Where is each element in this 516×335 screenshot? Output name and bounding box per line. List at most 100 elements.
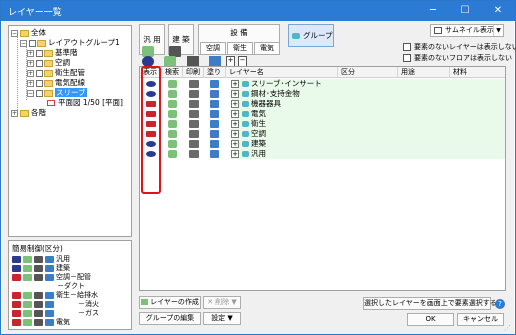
help-icon[interactable]: ? <box>495 299 505 309</box>
hidden-icon[interactable] <box>12 291 21 299</box>
print-icon[interactable] <box>189 90 199 98</box>
table-row[interactable]: + 建築 <box>140 139 505 149</box>
simple-row[interactable]: －ガス <box>12 309 99 318</box>
layer-checkbox[interactable] <box>29 39 36 47</box>
checkbox-box[interactable] <box>403 54 411 62</box>
checkbox-box[interactable] <box>403 43 411 51</box>
close-button[interactable]: ✕ <box>483 1 513 21</box>
fill-icon[interactable] <box>45 273 54 281</box>
expand-icon[interactable]: + <box>27 59 34 67</box>
resize-grip-icon[interactable]: ⋰ <box>504 324 512 332</box>
expand-icon[interactable]: + <box>231 120 239 128</box>
fill-icon[interactable] <box>210 150 219 158</box>
print-icon[interactable] <box>34 273 43 281</box>
fill-icon[interactable] <box>45 291 54 299</box>
table-row[interactable]: + 空調 <box>140 129 505 139</box>
tree-node-electric[interactable]: + 電気配線 <box>27 78 85 88</box>
print-icon[interactable] <box>34 291 43 299</box>
hidden-icon[interactable] <box>12 309 21 317</box>
ok-button[interactable]: OK <box>407 313 454 326</box>
minimize-button[interactable]: ─ <box>418 1 448 21</box>
hidden-icon[interactable] <box>12 318 21 326</box>
fill-icon[interactable] <box>45 300 54 308</box>
print-icon[interactable] <box>34 255 43 263</box>
simple-row[interactable]: 空調－配管 <box>12 273 91 282</box>
collapse-icon[interactable]: − <box>20 39 27 47</box>
search-icon[interactable] <box>23 300 32 308</box>
thumbnail-select[interactable]: サムネイル表示 ▼ <box>430 24 504 37</box>
table-row[interactable]: + 機器器具 <box>140 99 505 109</box>
print-icon[interactable] <box>34 318 43 326</box>
chevron-down-icon[interactable]: ▼ <box>231 298 236 306</box>
expand-icon[interactable]: + <box>11 109 18 117</box>
print-icon[interactable] <box>34 264 43 272</box>
visible-icon[interactable] <box>12 255 21 263</box>
hidden-icon[interactable] <box>12 300 21 308</box>
layer-tree[interactable]: − 全体 − レイアウトグループ1 + 基準階 + 空調 + 衛生配管 + 電気配線 − スリ… <box>8 25 132 237</box>
delete-button[interactable]: ✕ 削除 ▼ <box>203 296 241 309</box>
search-icon[interactable] <box>23 309 32 317</box>
simple-row[interactable]: 電気 <box>12 318 70 327</box>
simple-row[interactable]: 衛生－給排水 <box>12 291 98 300</box>
search-icon[interactable] <box>168 110 177 118</box>
print-icon[interactable] <box>189 130 199 138</box>
tree-node-sleeve[interactable]: − スリーブ <box>27 88 87 98</box>
category-hvac-button[interactable]: 空調 <box>200 42 226 55</box>
col-search[interactable]: 検索 <box>162 67 183 78</box>
fill-icon[interactable] <box>210 90 219 98</box>
simple-row[interactable]: 建築 <box>12 264 70 273</box>
col-print[interactable]: 印刷 <box>183 67 204 78</box>
fill-icon[interactable] <box>210 80 219 88</box>
table-row[interactable]: + 電気 <box>140 109 505 119</box>
category-sanitary-button[interactable]: 衛生 <box>227 42 253 55</box>
fill-icon[interactable] <box>210 100 219 108</box>
settings-button[interactable]: 設定 ▼ <box>203 312 241 325</box>
hidden-icon[interactable] <box>12 273 21 281</box>
tree-node-plan[interactable]: 平面図 1/50 [平面] <box>47 98 123 108</box>
search-icon[interactable] <box>168 140 177 148</box>
layer-checkbox[interactable] <box>36 69 43 77</box>
expand-icon[interactable]: + <box>231 130 239 138</box>
simple-row[interactable]: 汎用 <box>12 255 70 264</box>
table-row[interactable]: + 衛生 <box>140 119 505 129</box>
simple-row[interactable]: －消火 <box>12 300 99 309</box>
tree-node-hvac[interactable]: + 空調 <box>27 58 70 68</box>
tree-node-group[interactable]: − レイアウトグループ1 <box>20 38 120 48</box>
print-icon[interactable] <box>189 140 199 148</box>
table-row[interactable]: + スリーブ･インサート <box>140 79 505 89</box>
simple-row[interactable]: －ダクト <box>57 282 85 291</box>
search-icon[interactable] <box>23 273 32 281</box>
tree-node-floor[interactable]: + 基準階 <box>27 48 78 58</box>
print-icon[interactable] <box>34 300 43 308</box>
search-icon[interactable] <box>23 291 32 299</box>
col-fill[interactable]: 塗り <box>204 67 226 78</box>
layer-checkbox[interactable] <box>36 79 43 87</box>
expand-icon[interactable]: + <box>231 100 239 108</box>
select-on-screen-button[interactable]: 選択したレイヤーを画面上で要素選択する <box>363 297 497 310</box>
search-icon[interactable] <box>168 130 177 138</box>
print-icon[interactable] <box>189 100 199 108</box>
col-usage[interactable]: 用途 <box>398 67 450 78</box>
expand-icon[interactable]: + <box>231 150 239 158</box>
expand-icon[interactable]: + <box>27 49 34 57</box>
expand-icon[interactable]: + <box>231 110 239 118</box>
search-icon[interactable] <box>168 80 177 88</box>
tree-node-root[interactable]: − 全体 <box>11 28 46 38</box>
col-category[interactable]: 区分 <box>338 67 398 78</box>
search-icon[interactable] <box>23 318 32 326</box>
tree-node-floors[interactable]: + 各階 <box>11 108 46 118</box>
fill-icon[interactable] <box>45 309 54 317</box>
print-icon[interactable] <box>189 150 199 158</box>
search-icon[interactable] <box>23 255 32 263</box>
print-icon[interactable] <box>189 110 199 118</box>
collapse-icon[interactable]: − <box>11 29 18 37</box>
visible-icon[interactable] <box>12 264 21 272</box>
tree-node-sanitary[interactable]: + 衛生配管 <box>27 68 85 78</box>
expand-icon[interactable]: + <box>231 80 239 88</box>
fill-icon[interactable] <box>45 264 54 272</box>
fill-icon[interactable] <box>45 318 54 326</box>
search-icon[interactable] <box>168 100 177 108</box>
chevron-down-icon[interactable]: ▼ <box>493 25 503 36</box>
expand-icon[interactable]: + <box>27 69 34 77</box>
group-button[interactable]: グループ <box>288 24 334 47</box>
